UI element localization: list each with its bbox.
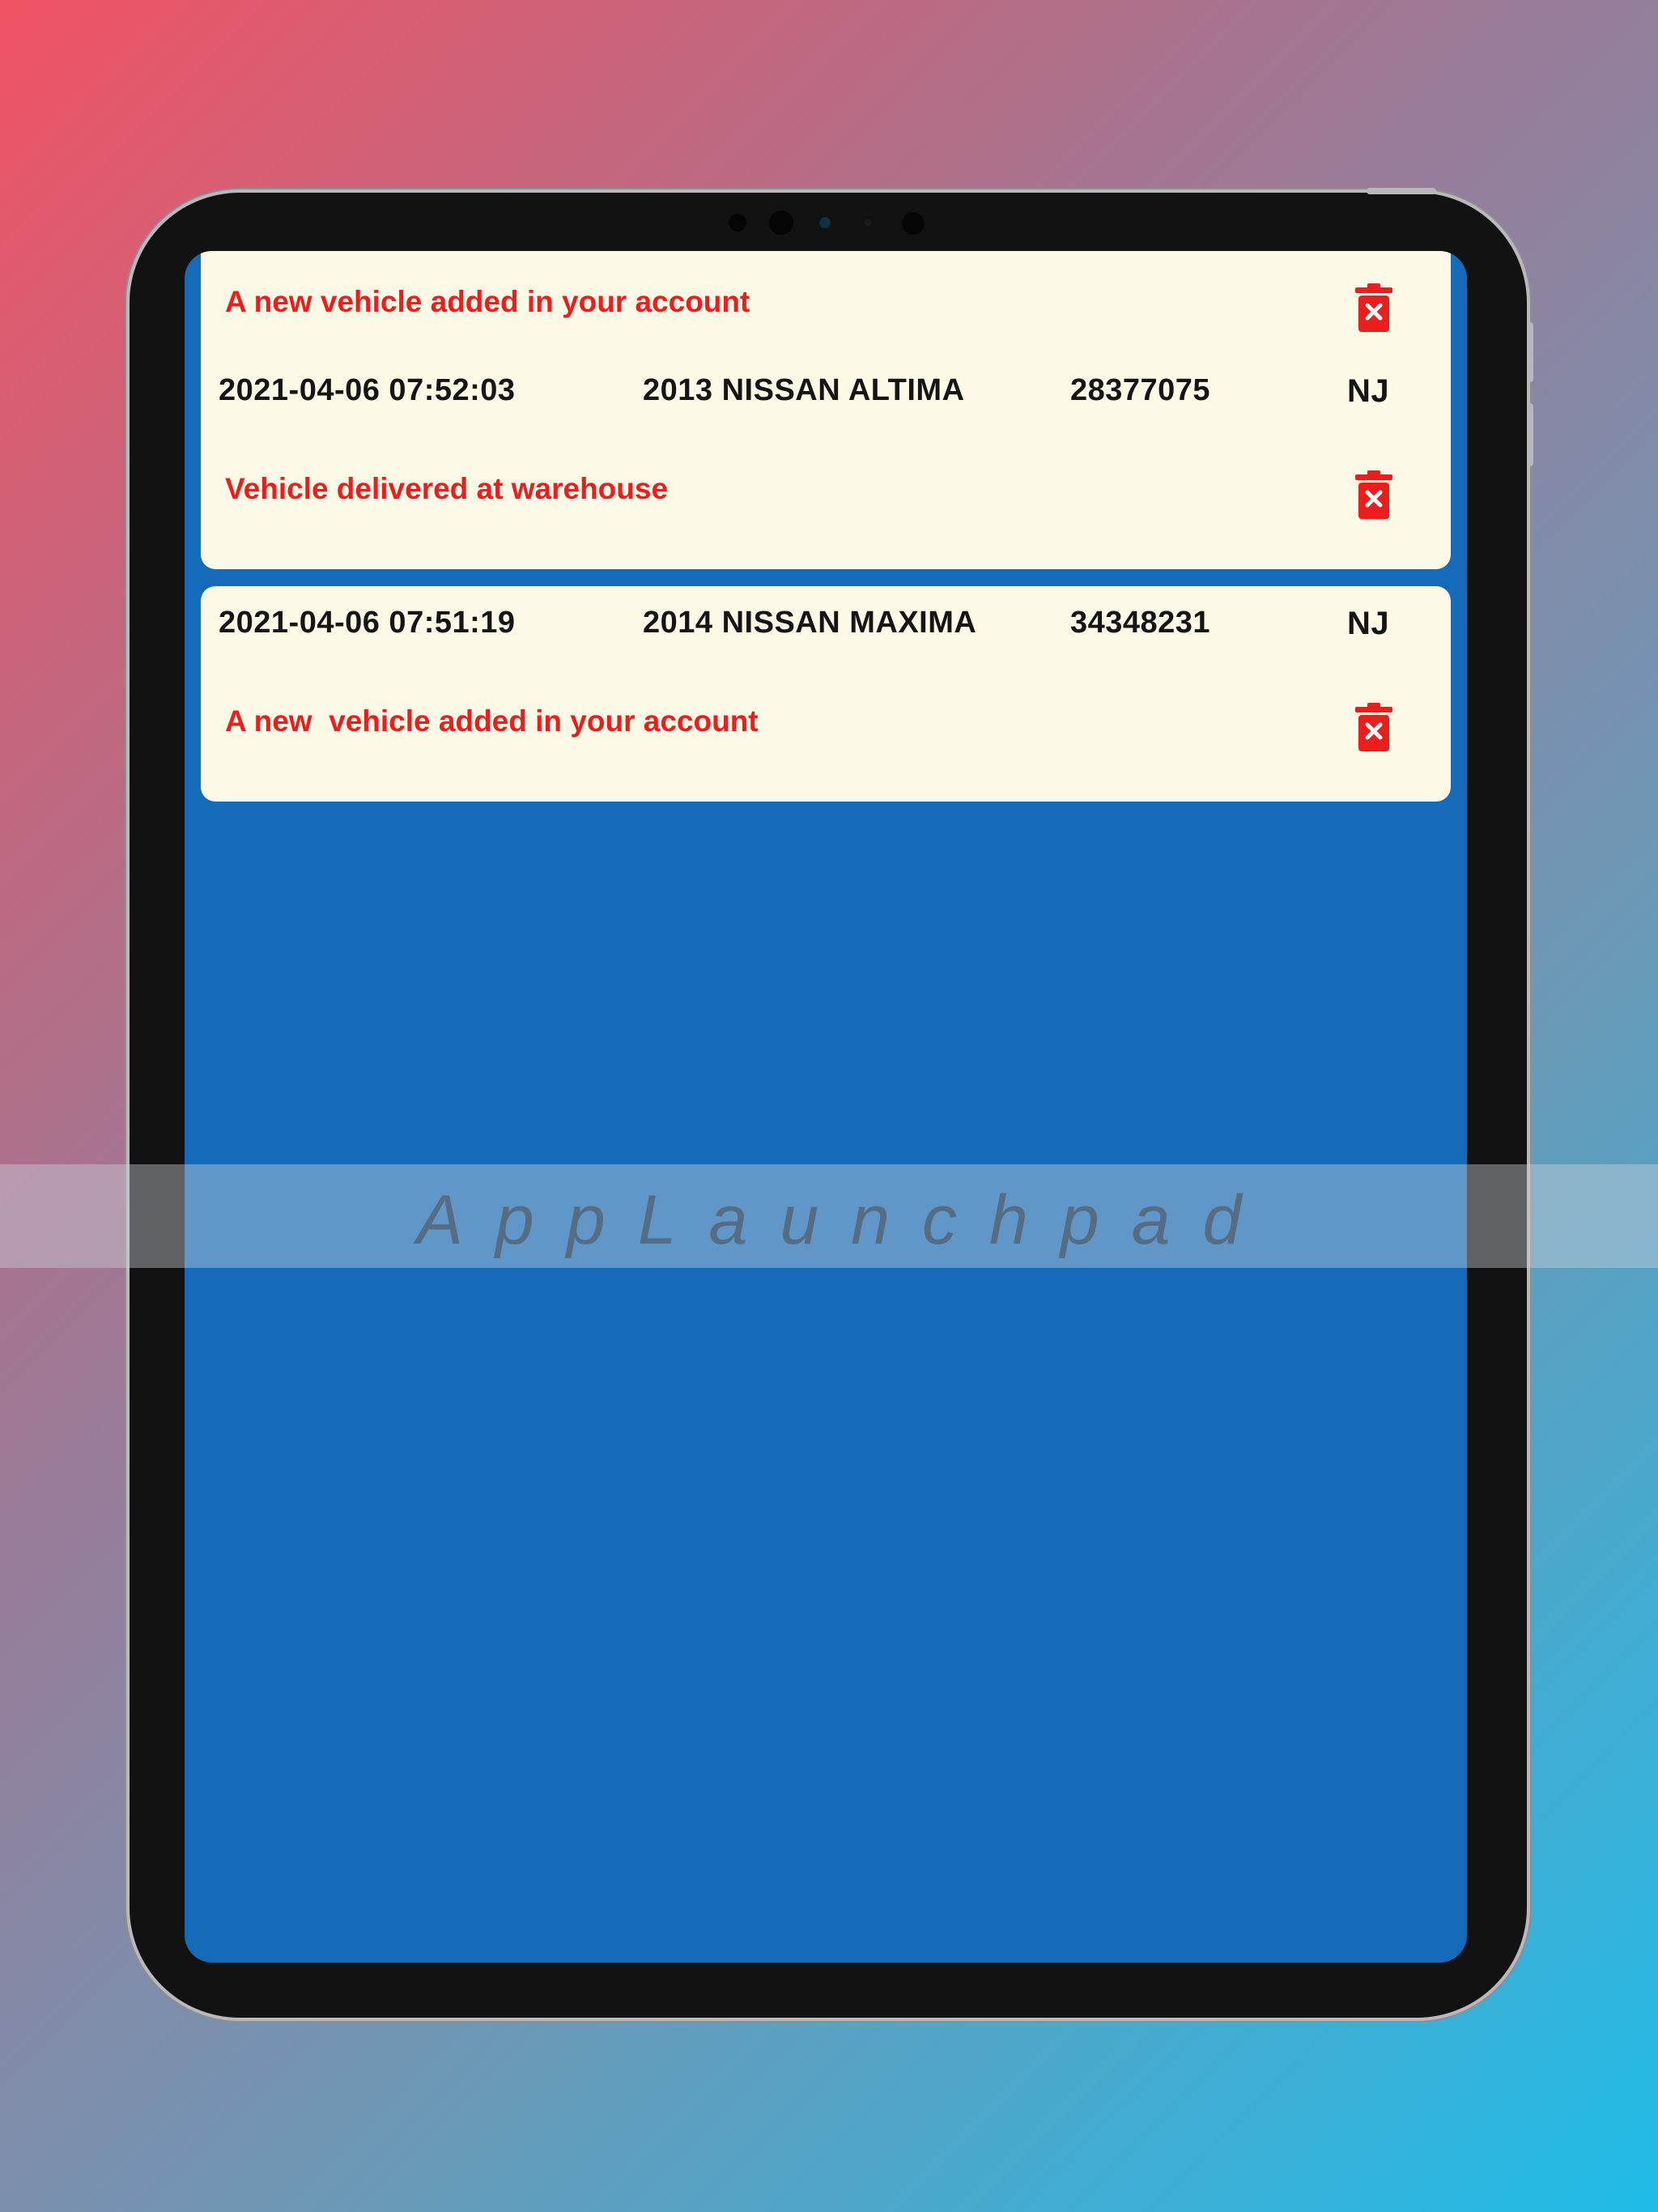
vehicle-number: 34348231 [1070, 606, 1211, 640]
vehicle-state: NJ [1347, 373, 1390, 409]
notifications-screen: A new vehicle added in your account 2021… [185, 251, 1467, 1963]
proximity-sensor [865, 219, 871, 226]
delete-button[interactable] [1355, 470, 1392, 519]
front-sensor [729, 214, 746, 232]
vehicle-name: 2014 NISSAN MAXIMA [643, 606, 977, 640]
face-id-sensor [902, 212, 925, 235]
notification-timestamp: 2021-04-06 07:52:03 [219, 373, 516, 407]
watermark-band: AppLaunchpad [0, 1164, 1658, 1268]
vehicle-name: 2013 NISSAN ALTIMA [643, 373, 965, 407]
watermark-text: AppLaunchpad [416, 1181, 1274, 1259]
notification-message: A new vehicle added in your account [225, 704, 759, 738]
volume-up-button [1527, 322, 1533, 382]
notification-card[interactable]: 2021-04-06 07:52:03 2013 NISSAN ALTIMA 2… [201, 354, 1451, 569]
front-camera [769, 211, 793, 235]
delete-button[interactable] [1355, 703, 1392, 751]
notification-message: A new vehicle added in your account [225, 285, 750, 318]
notification-header: 2021-04-06 07:52:03 2013 NISSAN ALTIMA 2… [201, 373, 1451, 414]
vehicle-number: 28377075 [1070, 373, 1211, 407]
trash-icon [1355, 283, 1392, 332]
top-button [1367, 188, 1436, 194]
front-lens [819, 217, 831, 228]
volume-down-button [1527, 403, 1533, 466]
trash-icon [1355, 703, 1392, 751]
trash-icon [1355, 470, 1392, 519]
vehicle-state: NJ [1347, 606, 1390, 641]
notification-message: Vehicle delivered at warehouse [225, 472, 669, 505]
delete-button[interactable] [1355, 283, 1392, 332]
notification-timestamp: 2021-04-06 07:51:19 [219, 606, 516, 640]
notification-card[interactable]: 2021-04-06 07:51:19 2014 NISSAN MAXIMA 3… [201, 586, 1451, 802]
notification-header: 2021-04-06 07:51:19 2014 NISSAN MAXIMA 3… [201, 606, 1451, 646]
